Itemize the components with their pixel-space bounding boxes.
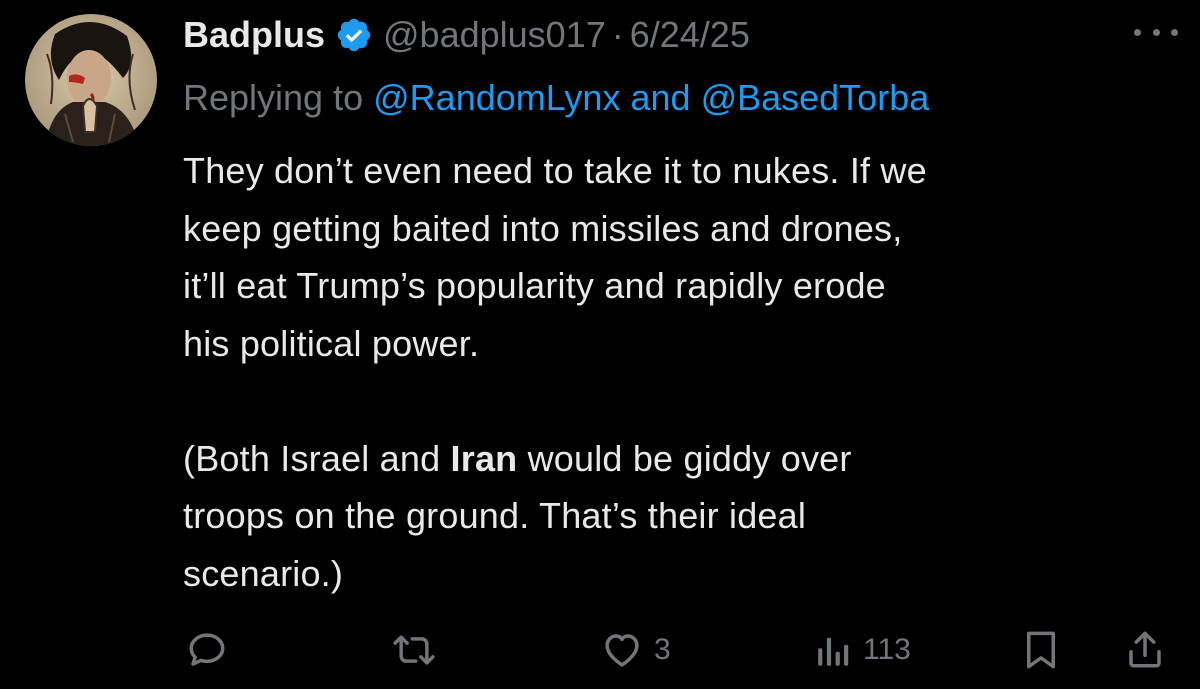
text-segment: would be giddy over <box>517 437 852 479</box>
tweet-text-line: troops on the ground. That’s their ideal <box>183 495 807 536</box>
verified-badge-icon[interactable] <box>335 16 373 54</box>
more-options-icon[interactable] <box>1134 20 1178 44</box>
tweet-date[interactable]: 6/24/25 <box>630 10 750 60</box>
header-separator: · <box>611 14 624 55</box>
view-count: 113 <box>863 633 911 666</box>
tweet-text-line: keep getting baited into missiles and dr… <box>183 207 903 249</box>
reply-icon <box>189 633 225 666</box>
retweet-icon <box>393 635 435 665</box>
share-button[interactable] <box>1124 620 1166 680</box>
mention-link[interactable]: @RandomLynx <box>373 77 620 118</box>
author-handle[interactable]: @badplus017 <box>383 10 606 60</box>
tweet-text: They don’t even need to take it to nukes… <box>183 142 1173 602</box>
tweet-text-line: They don’t even need to take it to nukes… <box>183 150 927 191</box>
views-icon <box>818 637 849 666</box>
tweet-header: Badplus @badplus017 · 6/24/25 <box>183 10 750 60</box>
reply-conjunction[interactable]: and <box>630 77 690 118</box>
like-button[interactable]: 3 <box>600 620 671 680</box>
more-dot <box>1171 28 1178 36</box>
text-segment: (Both Israel and <box>183 437 451 479</box>
tweet-text-line: it’ll eat Trump’s popularity and rapidly… <box>183 265 886 306</box>
tweet-text-line: (Both Israel and Iran would be giddy ove… <box>183 430 1173 488</box>
more-dot <box>1152 28 1160 36</box>
mention-link[interactable]: @BasedTorba <box>701 77 930 118</box>
highlighted-term: Iran <box>450 437 518 479</box>
bookmark-button[interactable] <box>1022 620 1060 680</box>
retweet-button[interactable] <box>390 620 438 680</box>
more-dot <box>1134 28 1141 36</box>
replying-to-label: Replying to <box>183 77 364 118</box>
avatar[interactable] <box>25 14 157 146</box>
heart-icon <box>605 634 639 667</box>
tweet-text-line: his political power. <box>183 322 480 364</box>
reply-button[interactable] <box>186 620 228 680</box>
like-count: 3 <box>654 633 671 666</box>
tweet-action-bar: 3 113 <box>0 620 1200 680</box>
share-icon <box>1129 631 1161 668</box>
avatar-image <box>25 14 157 146</box>
views-button[interactable]: 113 <box>813 620 911 680</box>
author-display-name[interactable]: Badplus <box>183 10 325 60</box>
tweet-text-line: scenario.) <box>183 552 344 594</box>
bookmark-icon <box>1027 631 1055 669</box>
reply-context: Replying to @RandomLynx and @BasedTorba <box>183 73 929 123</box>
